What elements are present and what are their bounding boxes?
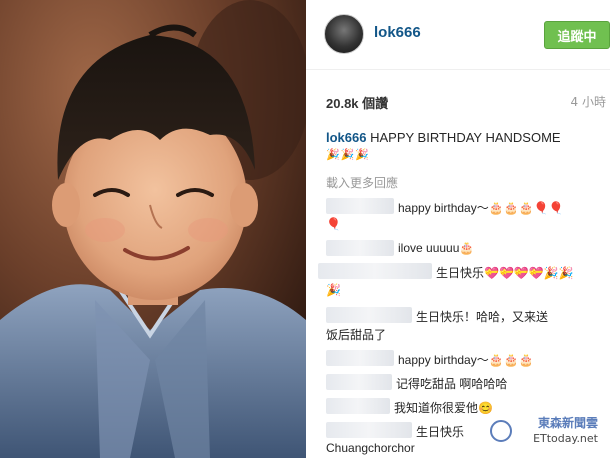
watermark-site: ETtoday.net	[533, 432, 598, 445]
caption-emoji: 🎉🎉🎉	[326, 148, 371, 161]
blurred-username	[326, 350, 394, 366]
caption-text: HAPPY BIRTHDAY HANDSOME	[370, 130, 561, 145]
comment-text: happy birthday～🎂🎂🎂🎈🎈	[398, 201, 564, 215]
ettoday-watermark: 東森新聞雲 ETtoday.net	[490, 414, 602, 450]
post-details-panel: lok666 追蹤中 20.8k 個讚 4 小時 lok666 HAPPY BI…	[306, 0, 610, 458]
comment-text: 饭后甜品了	[326, 328, 387, 342]
avatar[interactable]	[324, 14, 364, 54]
comment-text: 我知道你很爱他😊	[394, 401, 493, 415]
boy-portrait-illustration	[0, 0, 306, 458]
blurred-username	[326, 374, 392, 390]
comment-text: 生日快乐💝💝💝💝🎉🎉	[436, 266, 574, 280]
post-photo	[0, 0, 306, 458]
blurred-username	[326, 422, 412, 438]
blurred-username	[326, 240, 394, 256]
post-header: lok666 追蹤中	[306, 0, 610, 70]
blurred-username	[318, 263, 432, 279]
caption-username[interactable]: lok666	[326, 130, 366, 145]
comment-text: 🎈	[326, 217, 341, 231]
comment-text: happy birthday～🎂🎂🎂	[398, 353, 534, 367]
post-caption: lok666 HAPPY BIRTHDAY HANDSOME	[326, 129, 606, 147]
comment-text: ilove uuuuu🎂	[398, 241, 475, 255]
post-time: 4 小時	[570, 95, 606, 109]
ettoday-logo-icon	[490, 420, 512, 442]
comment-text: 记得吃甜品 啊哈哈哈	[396, 377, 508, 391]
blurred-username	[326, 198, 394, 214]
comment-text: 生日快乐！哈哈，又来送	[416, 310, 549, 324]
post-stats: 20.8k 個讚 4 小時	[326, 93, 606, 111]
comment-text: 🎉	[326, 283, 341, 297]
follow-button[interactable]: 追蹤中	[544, 21, 610, 49]
load-more-comments-link[interactable]: 載入更多回應	[326, 174, 398, 191]
blurred-username	[326, 398, 390, 414]
comment-text: Chuangchorchor	[326, 441, 415, 455]
watermark-title: 東森新聞雲	[537, 416, 598, 430]
comment-text: 生日快乐	[416, 425, 465, 439]
blurred-username	[326, 307, 412, 323]
username-link[interactable]: lok666	[374, 24, 421, 41]
likes-count[interactable]: 20.8k 個讚	[326, 93, 388, 112]
